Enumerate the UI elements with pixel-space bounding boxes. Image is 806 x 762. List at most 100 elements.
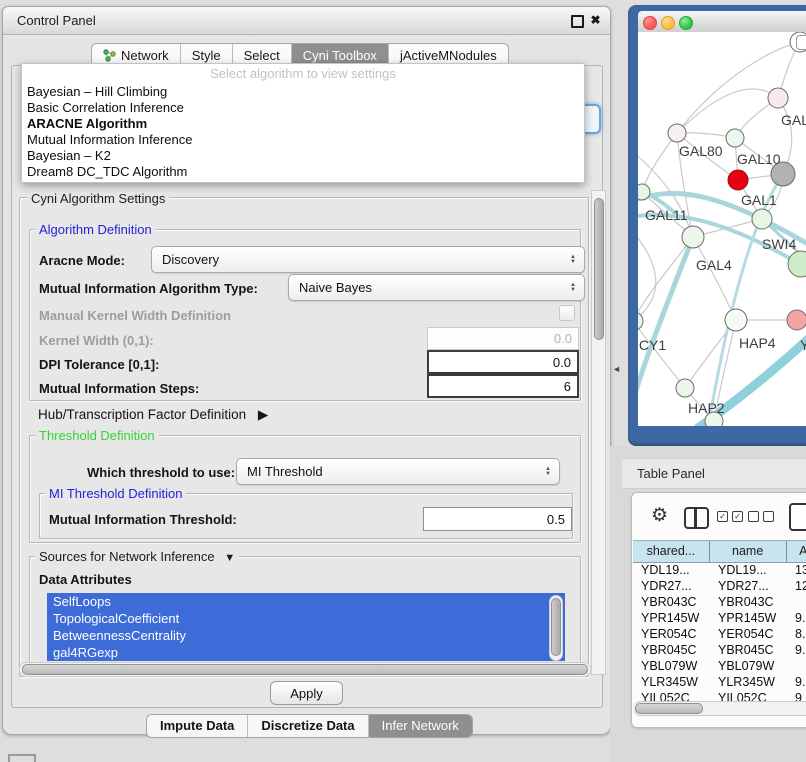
mi-algorithm-type-select[interactable]: Naive Bayes ▲▼: [288, 274, 585, 301]
which-threshold-select[interactable]: MI Threshold ▲▼: [236, 458, 560, 485]
mi-steps-field[interactable]: 6: [427, 374, 579, 398]
table-row[interactable]: YPR145WYPR145W9.: [633, 610, 806, 626]
table-row[interactable]: YDR27...YDR27...12: [633, 578, 806, 594]
table-cell: YDL19...: [710, 562, 787, 578]
select-all-columns-icon[interactable]: ✓✓: [717, 511, 743, 522]
data-attributes-list[interactable]: SelfLoopsTopologicalCoefficientBetweenne…: [47, 593, 565, 661]
node-label-hap2: HAP2: [688, 400, 725, 416]
manual-kernel-checkbox[interactable]: [559, 305, 575, 321]
control-panel-window: Control Panel ✖ NetworkStyleSelectCyni T…: [2, 6, 611, 735]
network-node[interactable]: [726, 129, 744, 147]
table-cell: YLR345W: [710, 674, 787, 690]
close-traffic-light-icon[interactable]: [643, 16, 657, 30]
settings-vscrollbar-thumb[interactable]: [594, 198, 604, 340]
network-canvas[interactable]: GALGAL80GAL10GAL1GAL11SWI4GAL4GCY1HAP4YH…: [638, 32, 806, 426]
table-row[interactable]: YBL079WYBL079W: [633, 658, 806, 674]
kernel-width-label: Kernel Width (0,1):: [39, 333, 154, 348]
tab-label: jActiveMNodules: [400, 48, 497, 63]
tab-label: Select: [244, 48, 280, 63]
aracne-mode-select[interactable]: Discovery ▲▼: [151, 246, 585, 273]
dpi-tolerance-field[interactable]: 0.0: [427, 350, 579, 374]
settings-vscrollbar[interactable]: [591, 190, 606, 675]
table-settings-gear-icon[interactable]: ⚙: [651, 504, 668, 527]
table-cell: YBR045C: [710, 642, 787, 658]
table-cell: YDR27...: [710, 578, 787, 594]
threshold-definition-title: Threshold Definition: [35, 428, 159, 443]
stepper-arrows-icon: ▲▼: [570, 283, 576, 293]
algorithm-option-bayesian-hill-climbing[interactable]: Bayesian – Hill Climbing: [22, 84, 584, 100]
algorithm-option-mutual-information-inference[interactable]: Mutual Information Inference: [22, 132, 584, 148]
table-cell: 9.: [787, 610, 806, 626]
network-node[interactable]: [752, 209, 772, 229]
tab-label: Cyni Toolbox: [303, 48, 377, 63]
column-header-a[interactable]: A: [787, 541, 806, 562]
table-hscrollbar[interactable]: [633, 701, 806, 716]
minimize-traffic-light-icon[interactable]: [661, 16, 675, 30]
table-cell: YBR045C: [633, 642, 710, 658]
table-hscrollbar-thumb[interactable]: [635, 703, 703, 714]
algorithm-option-bayesian-k2[interactable]: Bayesian – K2: [22, 148, 584, 164]
node-label-gal10: GAL10: [737, 151, 781, 167]
table-cell: YER054C: [633, 626, 710, 642]
float-window-icon[interactable]: [571, 15, 584, 28]
overlay-control-partial[interactable]: [796, 35, 806, 50]
show-columns-icon[interactable]: [684, 507, 709, 529]
network-node[interactable]: [728, 170, 748, 190]
expander-right-arrow-icon: ▶: [258, 407, 268, 423]
bottom-tab-impute-data[interactable]: Impute Data: [147, 715, 248, 737]
algorithm-definition-title: Algorithm Definition: [35, 222, 156, 237]
network-node[interactable]: [668, 124, 686, 142]
table-row[interactable]: YBR045CYBR045C9.: [633, 642, 806, 658]
algorithm-option-basic-correlation-inference[interactable]: Basic Correlation Inference: [22, 100, 584, 116]
network-node[interactable]: [638, 312, 643, 330]
zoom-traffic-light-icon[interactable]: [679, 16, 693, 30]
apply-button[interactable]: Apply: [270, 681, 343, 705]
column-header-shared[interactable]: shared...: [633, 541, 710, 562]
bottom-tab-infer-network[interactable]: Infer Network: [369, 715, 472, 737]
mi-threshold-field[interactable]: 0.5: [423, 507, 572, 531]
mouse-cursor: ◄: [612, 364, 621, 374]
table-row[interactable]: YER054CYER054C8.: [633, 626, 806, 642]
network-node[interactable]: [768, 88, 788, 108]
table-row[interactable]: YDL19...YDL19...13: [633, 562, 806, 578]
window-title: Control Panel: [17, 13, 96, 28]
network-node[interactable]: [682, 226, 704, 248]
table-row[interactable]: YLR345WYLR345W9.: [633, 674, 806, 690]
settings-hscrollbar[interactable]: [19, 662, 591, 677]
deselect-all-columns-icon[interactable]: [748, 511, 774, 522]
network-node[interactable]: [676, 379, 694, 397]
table-row[interactable]: YBR043CYBR043C: [633, 594, 806, 610]
attributes-scrollbar[interactable]: [549, 595, 563, 661]
bottom-tab-discretize-data[interactable]: Discretize Data: [248, 715, 368, 737]
algorithm-option-aracne-algorithm[interactable]: ARACNE Algorithm: [22, 116, 584, 132]
table-cell: 9.: [787, 642, 806, 658]
page-icon-partial[interactable]: [789, 503, 806, 531]
hub-definition-expander[interactable]: Hub/Transcription Factor Definition ▶: [38, 407, 268, 423]
settings-hscrollbar-thumb[interactable]: [22, 664, 588, 675]
screen: Control Panel ✖ NetworkStyleSelectCyni T…: [0, 0, 806, 762]
manual-kernel-label: Manual Kernel Width Definition: [39, 308, 231, 323]
sources-group-title[interactable]: Sources for Network Inference ▼: [35, 549, 239, 564]
network-node[interactable]: [788, 251, 806, 277]
network-node[interactable]: [725, 309, 747, 331]
network-window-titlebar[interactable]: [638, 11, 806, 33]
table-cell: YBL079W: [710, 658, 787, 674]
attribute-item-topologicalcoefficient[interactable]: TopologicalCoefficient: [47, 610, 565, 627]
network-node[interactable]: [638, 184, 650, 200]
network-node[interactable]: [787, 310, 806, 330]
expander-down-arrow-icon: ▼: [224, 552, 235, 564]
table-cell: 8.: [787, 626, 806, 642]
attributes-scrollbar-thumb[interactable]: [551, 598, 561, 656]
table-cell: YPR145W: [710, 610, 787, 626]
network-edge: [638, 321, 685, 388]
attribute-item-selfloops[interactable]: SelfLoops: [47, 593, 565, 610]
collapsed-panel-button[interactable]: [8, 754, 36, 762]
attribute-item-betweennesscentrality[interactable]: BetweennessCentrality: [47, 627, 565, 644]
kernel-width-field[interactable]: 0.0: [427, 327, 579, 350]
column-header-name[interactable]: name: [710, 541, 787, 562]
cyni-algorithm-settings-title: Cyni Algorithm Settings: [27, 191, 169, 206]
table-cell: YER054C: [710, 626, 787, 642]
algorithm-option-dream8-dc-tdc-algorithm[interactable]: Dream8 DC_TDC Algorithm: [22, 164, 584, 180]
close-icon[interactable]: ✖: [589, 14, 602, 27]
attribute-item-gal4rgexp[interactable]: gal4RGexp: [47, 644, 565, 661]
